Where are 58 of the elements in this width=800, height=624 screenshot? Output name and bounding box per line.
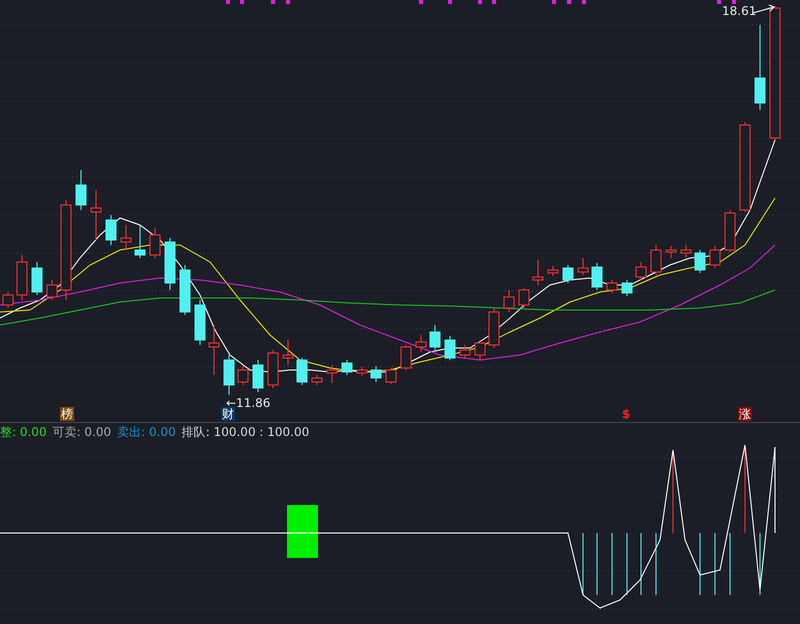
indicator-value: 可卖: 0.00 [52, 424, 112, 439]
indicator-value: 整: 0.00 [0, 424, 47, 439]
candlestick [342, 360, 352, 376]
candlestick [268, 350, 278, 388]
indicator-bar [287, 505, 318, 558]
candlestick [164, 238, 176, 290]
candlestick [224, 354, 234, 396]
candlestick [606, 280, 618, 294]
candlestick [622, 280, 632, 296]
candlestick [370, 366, 382, 382]
candlestick [548, 266, 558, 276]
candlestick [296, 358, 308, 386]
candlestick [326, 364, 338, 384]
candlestick [134, 224, 146, 258]
candlestick [208, 324, 220, 376]
candlestick [356, 366, 368, 376]
candlestick [636, 262, 646, 280]
candlestick [32, 262, 42, 296]
candlestick [76, 170, 86, 210]
candlestick [150, 228, 160, 258]
candlestick [578, 258, 588, 276]
candlestick [650, 244, 662, 276]
candlestick [532, 260, 544, 286]
candlestick [710, 246, 720, 268]
candlestick [120, 224, 132, 250]
event-marker[interactable]: 榜 [60, 407, 74, 421]
candlestick [562, 264, 574, 284]
candlestick [592, 262, 602, 290]
candlestick [400, 344, 412, 370]
candlestick [694, 250, 706, 274]
candlestick [386, 368, 396, 384]
candlestick [180, 264, 190, 316]
candlestick [416, 334, 426, 352]
candlestick [194, 300, 206, 346]
indicator-value: 卖出: 0.00 [117, 424, 176, 439]
indicator-value: 排队: 100.00 : 100.00 [182, 424, 310, 439]
candlestick [504, 290, 514, 312]
candlestick [460, 344, 470, 358]
candlestick [238, 364, 248, 386]
candlestick [518, 288, 530, 308]
candlestick [474, 340, 486, 360]
event-marker[interactable]: 财 [221, 407, 235, 421]
candlestick [724, 210, 736, 252]
candlestick [444, 336, 456, 360]
candlestick [430, 324, 440, 350]
candlestick [2, 292, 14, 308]
candlestick [252, 360, 264, 392]
candlestick [46, 280, 58, 300]
candlestick [666, 246, 676, 258]
event-marker[interactable]: $ [621, 407, 632, 421]
candlestick [106, 214, 116, 246]
candlestick [488, 308, 500, 348]
event-marker[interactable]: 涨 [738, 407, 752, 421]
candlestick [16, 254, 28, 300]
high-price-label: 18.61 [722, 4, 756, 18]
candlestick [90, 190, 102, 240]
candlestick [282, 340, 294, 366]
candlestick [680, 244, 692, 258]
